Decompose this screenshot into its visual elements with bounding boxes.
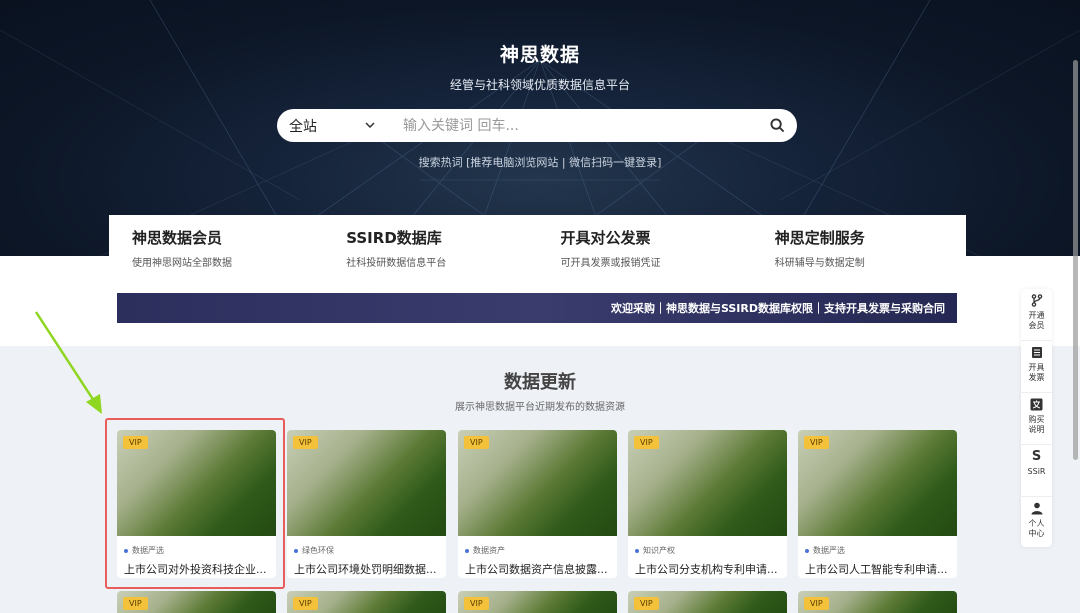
- data-card[interactable]: VIP: [287, 591, 446, 613]
- feature-title: 开具对公发票: [560, 229, 651, 247]
- sidebar-label: 开通会员: [1028, 311, 1045, 330]
- category-dot-icon: [635, 548, 639, 553]
- vip-badge: VIP: [634, 436, 659, 449]
- category-dot-icon: [805, 548, 809, 553]
- card-title[interactable]: 上市公司人工智能专利申请...: [805, 561, 950, 577]
- feature-title: 神思数据会员: [132, 229, 223, 247]
- data-card[interactable]: VIP: [798, 591, 957, 613]
- search-icon[interactable]: [757, 109, 797, 142]
- hot-search-text[interactable]: 搜索热词 [推荐电脑浏览网站 | 微信扫码一键登录]: [0, 154, 1080, 170]
- category-label: 数据严选: [813, 546, 845, 555]
- sidebar-label: SSiR: [1027, 467, 1046, 476]
- feature-row: 神思数据会员 使用神思网站全部数据 SSIRD数据库 社科投研数据信息平台 开具…: [109, 215, 966, 277]
- data-card[interactable]: VIP 数据严选 上市公司人工智能专利申请...: [798, 430, 957, 578]
- data-card[interactable]: VIP: [628, 591, 787, 613]
- sidebar-label: 个人中心: [1028, 519, 1045, 538]
- pointer-arrow-icon: [34, 311, 102, 414]
- category-label: 知识产权: [643, 546, 675, 555]
- sidebar-label: 开具发票: [1028, 363, 1045, 382]
- feature-desc: 社科投研数据信息平台: [346, 258, 447, 269]
- feature-custom-service[interactable]: 神思定制服务 科研辅导与数据定制: [752, 215, 966, 277]
- s-logo-icon: S: [1031, 448, 1042, 464]
- sidebar-item-invoice[interactable]: 开具发票: [1021, 341, 1052, 393]
- category-label: 数据资产: [473, 546, 505, 555]
- card-thumbnail: VIP: [628, 430, 787, 536]
- feature-title: SSIRD数据库: [346, 229, 442, 247]
- card-category: 知识产权: [635, 545, 787, 556]
- sidebar-item-purchase-guide[interactable]: 购买说明: [1021, 393, 1052, 445]
- card-title[interactable]: 上市公司分支机构专利申请...: [635, 561, 780, 577]
- sidebar-item-ssir[interactable]: S SSiR: [1021, 445, 1052, 497]
- card-title[interactable]: 上市公司数据资产信息披露...: [465, 561, 610, 577]
- chevron-down-icon: [365, 120, 375, 131]
- sidebar-label: 购买说明: [1028, 415, 1045, 434]
- search-scope-label: 全站: [289, 118, 317, 135]
- card-title[interactable]: 上市公司环境处罚明细数据...: [294, 561, 439, 577]
- card-thumbnail: VIP: [287, 591, 446, 613]
- side-toolbar: 开通会员 开具发票 购买说明 S SSiR 个人中心: [1021, 289, 1052, 547]
- branch-icon: [1030, 293, 1044, 307]
- card-thumbnail: VIP: [798, 430, 957, 536]
- data-card[interactable]: VIP 知识产权 上市公司分支机构专利申请...: [628, 430, 787, 578]
- section-title: 数据更新: [504, 372, 576, 393]
- category-dot-icon: [294, 548, 298, 553]
- card-thumbnail: VIP: [798, 591, 957, 613]
- category-label: 绿色环保: [302, 546, 334, 555]
- vip-badge: VIP: [123, 597, 148, 610]
- feature-invoice[interactable]: 开具对公发票 可开具发票或报销凭证: [538, 215, 752, 277]
- feature-desc: 可开具发票或报销凭证: [560, 258, 661, 269]
- card-thumbnail: VIP: [287, 430, 446, 536]
- vip-badge: VIP: [464, 597, 489, 610]
- card-thumbnail: VIP: [458, 591, 617, 613]
- card-thumbnail: VIP: [628, 591, 787, 613]
- highlight-box: [105, 418, 285, 589]
- page-scrollbar[interactable]: [1073, 60, 1078, 460]
- feature-desc: 科研辅导与数据定制: [774, 258, 865, 269]
- vip-badge: VIP: [464, 436, 489, 449]
- card-category: 数据严选: [805, 545, 957, 556]
- card-thumbnail: VIP: [458, 430, 617, 536]
- feature-desc: 使用神思网站全部数据: [132, 258, 232, 269]
- sidebar-item-membership[interactable]: 开通会员: [1021, 289, 1052, 341]
- feature-ssird-database[interactable]: SSIRD数据库 社科投研数据信息平台: [323, 215, 537, 277]
- sidebar-item-user-center[interactable]: 个人中心: [1021, 497, 1052, 549]
- data-card[interactable]: VIP: [458, 591, 617, 613]
- data-card[interactable]: VIP 数据资产 上市公司数据资产信息披露...: [458, 430, 617, 578]
- site-title: 神思数据: [499, 44, 580, 66]
- site-subtitle: 经管与社科领域优质数据信息平台: [449, 78, 630, 92]
- vip-badge: VIP: [293, 597, 318, 610]
- search-bar: 全站: [277, 109, 797, 142]
- feature-title: 神思定制服务: [774, 229, 865, 247]
- translate-icon: [1030, 397, 1044, 411]
- search-scope-select[interactable]: 全站: [277, 109, 387, 142]
- notice-banner[interactable]: 欢迎采购｜神思数据与SSIRD数据库权限｜支持开具发票与采购合同: [117, 293, 957, 323]
- section-subtitle: 展示神思数据平台近期发布的数据资源: [455, 402, 625, 413]
- invoice-icon: [1030, 345, 1044, 359]
- data-card[interactable]: VIP: [117, 591, 276, 613]
- vip-badge: VIP: [804, 597, 829, 610]
- user-icon: [1030, 501, 1044, 515]
- vip-badge: VIP: [634, 597, 659, 610]
- vip-badge: VIP: [804, 436, 829, 449]
- vip-badge: VIP: [293, 436, 318, 449]
- card-thumbnail: VIP: [117, 591, 276, 613]
- data-card[interactable]: VIP 绿色环保 上市公司环境处罚明细数据...: [287, 430, 446, 578]
- feature-membership[interactable]: 神思数据会员 使用神思网站全部数据: [109, 215, 323, 277]
- card-category: 绿色环保: [294, 545, 446, 556]
- category-dot-icon: [465, 548, 469, 553]
- card-category: 数据资产: [465, 545, 617, 556]
- search-input[interactable]: [387, 109, 757, 142]
